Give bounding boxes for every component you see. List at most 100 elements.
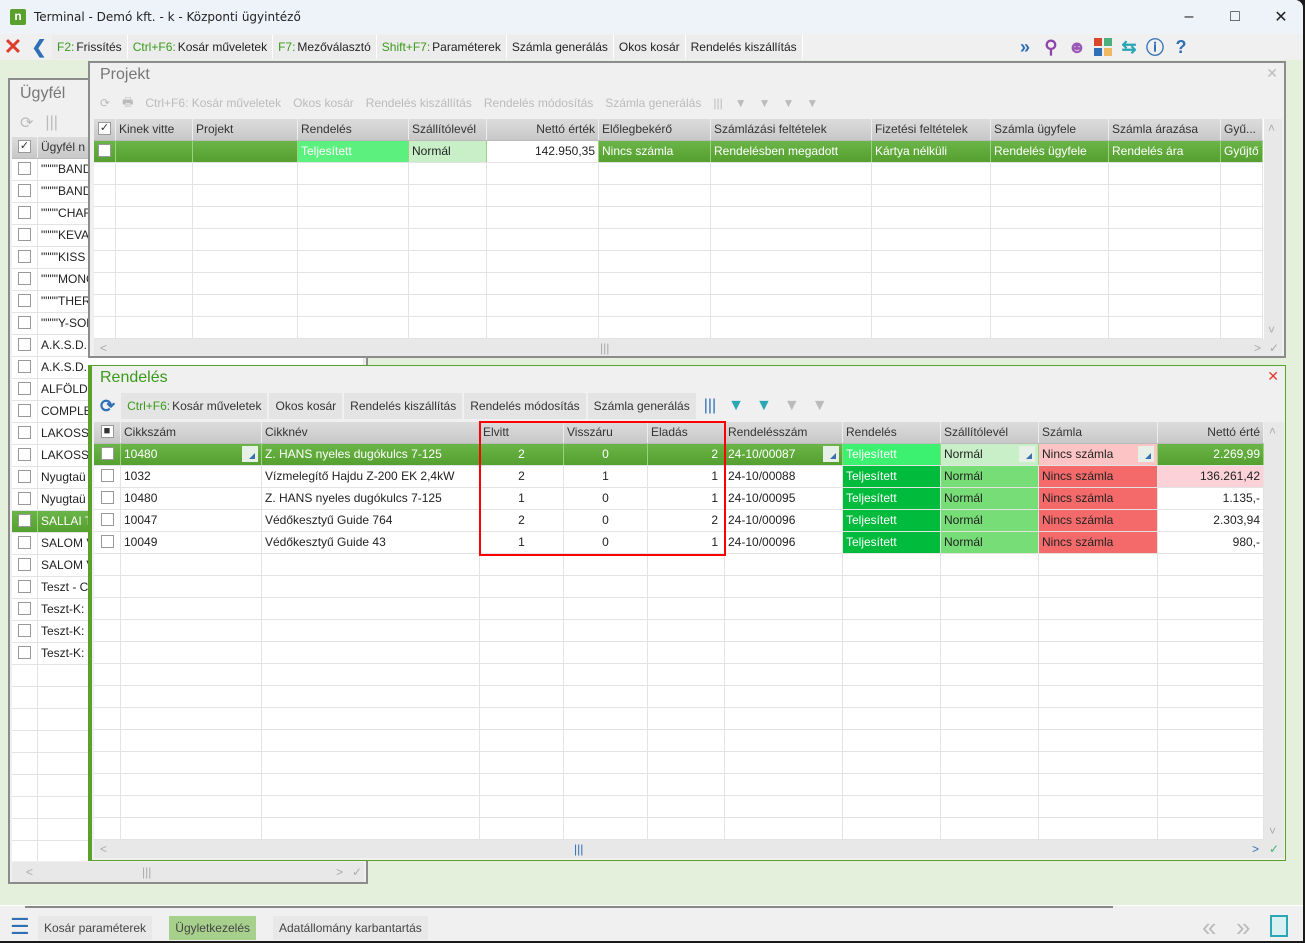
column-header[interactable]: Számla ügyfele [991, 119, 1109, 140]
table-cell[interactable] [12, 357, 38, 378]
projekt-tool-button[interactable]: Okos kosár [287, 90, 360, 116]
row-checkbox[interactable] [18, 250, 31, 264]
bottom-tab[interactable]: Ügyletkezelés [169, 916, 256, 940]
table-cell[interactable] [12, 555, 38, 576]
row-checkbox[interactable] [18, 228, 31, 242]
select-all-checkbox[interactable]: ■ [100, 425, 114, 439]
row-checkbox[interactable] [18, 536, 31, 550]
toolbar-button[interactable]: Rendelés kiszállítás [685, 35, 803, 59]
tiles-icon[interactable] [1090, 35, 1116, 59]
projekt-tool-button[interactable]: Számla generálás [599, 90, 707, 116]
row-checkbox[interactable] [100, 469, 114, 483]
search-icon[interactable]: ⚲ [1038, 35, 1064, 59]
rendeles-tool-button[interactable]: Számla generálás [587, 393, 696, 419]
filter-list-icon[interactable]: ▼ [753, 90, 777, 116]
row-checkbox[interactable] [18, 514, 31, 528]
table-cell[interactable] [12, 467, 38, 488]
toolbar-button[interactable]: Ctrl+F6: Kosár műveletek [127, 35, 274, 59]
ugyfel-hscrollbar[interactable]: < ||| > ✓ [12, 862, 364, 882]
toolbar-button[interactable]: Okos kosár [613, 35, 686, 59]
swap-icon[interactable]: ⇆ [1116, 35, 1142, 59]
row-checkbox[interactable] [18, 338, 31, 352]
filter-add-icon[interactable]: ▼ [800, 90, 824, 116]
help-icon[interactable]: ? [1168, 35, 1194, 59]
rendeles-vscrollbar[interactable]: ˄ ˅ [1264, 422, 1284, 840]
projekt-vscrollbar[interactable]: ˄ ˅ [1264, 119, 1282, 339]
row-checkbox[interactable] [18, 580, 31, 594]
rendeles-tool-button[interactable]: Ctrl+F6: Kosár műveletek [121, 393, 268, 419]
projekt-hscrollbar[interactable]: < ||| > ✓ [94, 339, 1282, 356]
table-cell[interactable] [94, 466, 121, 487]
column-header[interactable]: Számlázási feltételek [711, 119, 872, 140]
table-cell[interactable] [12, 247, 38, 268]
columns-icon[interactable]: ||| [39, 110, 63, 136]
rendeles-hscrollbar[interactable]: < ||| > ✓ [94, 840, 1284, 858]
close-projekt-icon[interactable]: ✕ [1266, 65, 1278, 82]
row-checkbox[interactable] [18, 206, 31, 220]
column-header[interactable]: Nettó érték [487, 119, 599, 140]
document-icon[interactable] [1270, 915, 1288, 937]
select-all-checkbox[interactable]: ✓ [98, 122, 111, 136]
filter-clear-icon[interactable]: ▼ [778, 393, 806, 419]
row-checkbox[interactable] [18, 382, 31, 396]
filter-list-icon[interactable]: ▼ [750, 393, 778, 419]
info-icon[interactable]: ⓘ [1142, 35, 1168, 59]
refresh-icon[interactable]: ⟳ [94, 90, 116, 116]
bottom-tab[interactable]: Kosár paraméterek [38, 916, 153, 940]
table-cell[interactable] [12, 577, 38, 598]
table-cell[interactable] [12, 643, 38, 664]
table-cell[interactable] [12, 379, 38, 400]
table-cell[interactable] [12, 445, 38, 466]
rendeles-tool-button[interactable]: Rendelés módosítás [464, 393, 586, 419]
row-checkbox[interactable] [18, 602, 31, 616]
table-cell[interactable] [12, 203, 38, 224]
prev-page-icon[interactable]: « [1202, 912, 1216, 941]
column-header[interactable]: Előlegbekérő [599, 119, 711, 140]
close-window-button[interactable]: ✕ [1258, 0, 1303, 34]
table-cell[interactable] [12, 335, 38, 356]
row-checkbox[interactable] [18, 624, 31, 638]
filter-clear-icon[interactable]: ▼ [776, 90, 800, 116]
table-cell[interactable] [12, 181, 38, 202]
table-cell[interactable] [12, 511, 38, 532]
row-checkbox[interactable] [18, 272, 31, 286]
table-cell[interactable] [12, 599, 38, 620]
row-checkbox[interactable] [18, 162, 31, 176]
dropdown-button[interactable] [1019, 446, 1035, 462]
row-checkbox[interactable] [100, 513, 114, 527]
table-cell[interactable] [12, 533, 38, 554]
rendeles-tool-button[interactable]: Rendelés kiszállítás [344, 393, 463, 419]
table-cell[interactable] [12, 423, 38, 444]
table-cell[interactable] [12, 159, 38, 180]
row-checkbox[interactable] [18, 294, 31, 308]
row-checkbox[interactable] [18, 426, 31, 440]
menu-icon[interactable]: ☰ [10, 916, 30, 938]
refresh-icon[interactable]: ⟳ [14, 110, 39, 136]
column-header[interactable]: ■ [94, 422, 121, 443]
column-header[interactable]: Cikknév [262, 422, 480, 443]
table-row[interactable]: ✓ Teljesített Normál 142.950,35 Nincs számla… [94, 141, 1263, 163]
table-cell[interactable] [94, 510, 121, 531]
row-checkbox[interactable] [18, 316, 31, 330]
row-checkbox[interactable] [18, 492, 31, 506]
projekt-tool-button[interactable]: Rendelés kiszállítás [360, 90, 478, 116]
table-cell[interactable] [12, 225, 38, 246]
table-cell[interactable] [94, 444, 121, 465]
columns-icon[interactable]: ||| [707, 90, 728, 116]
row-checkbox[interactable]: ✓ [98, 144, 111, 158]
dropdown-button[interactable] [1138, 446, 1154, 462]
row-checkbox[interactable] [18, 404, 31, 418]
table-cell[interactable] [12, 401, 38, 422]
column-header[interactable]: Cikkszám [121, 422, 262, 443]
columns-icon[interactable]: ||| [698, 393, 722, 419]
print-icon[interactable]: 🖶 [116, 90, 139, 116]
toolbar-button[interactable]: Shift+F7: Paraméterek [376, 35, 507, 59]
toolbar-button[interactable]: F2: Frissítés [52, 35, 128, 59]
projekt-tool-button[interactable]: Rendelés módosítás [478, 90, 599, 116]
column-header[interactable]: ✓ [12, 137, 38, 158]
column-header[interactable]: Kinek vitte [116, 119, 193, 140]
column-header[interactable]: Rendelés [843, 422, 941, 443]
select-all-checkbox[interactable]: ✓ [18, 140, 31, 154]
maximize-button[interactable]: □ [1212, 0, 1258, 34]
row-checkbox[interactable] [100, 491, 114, 505]
